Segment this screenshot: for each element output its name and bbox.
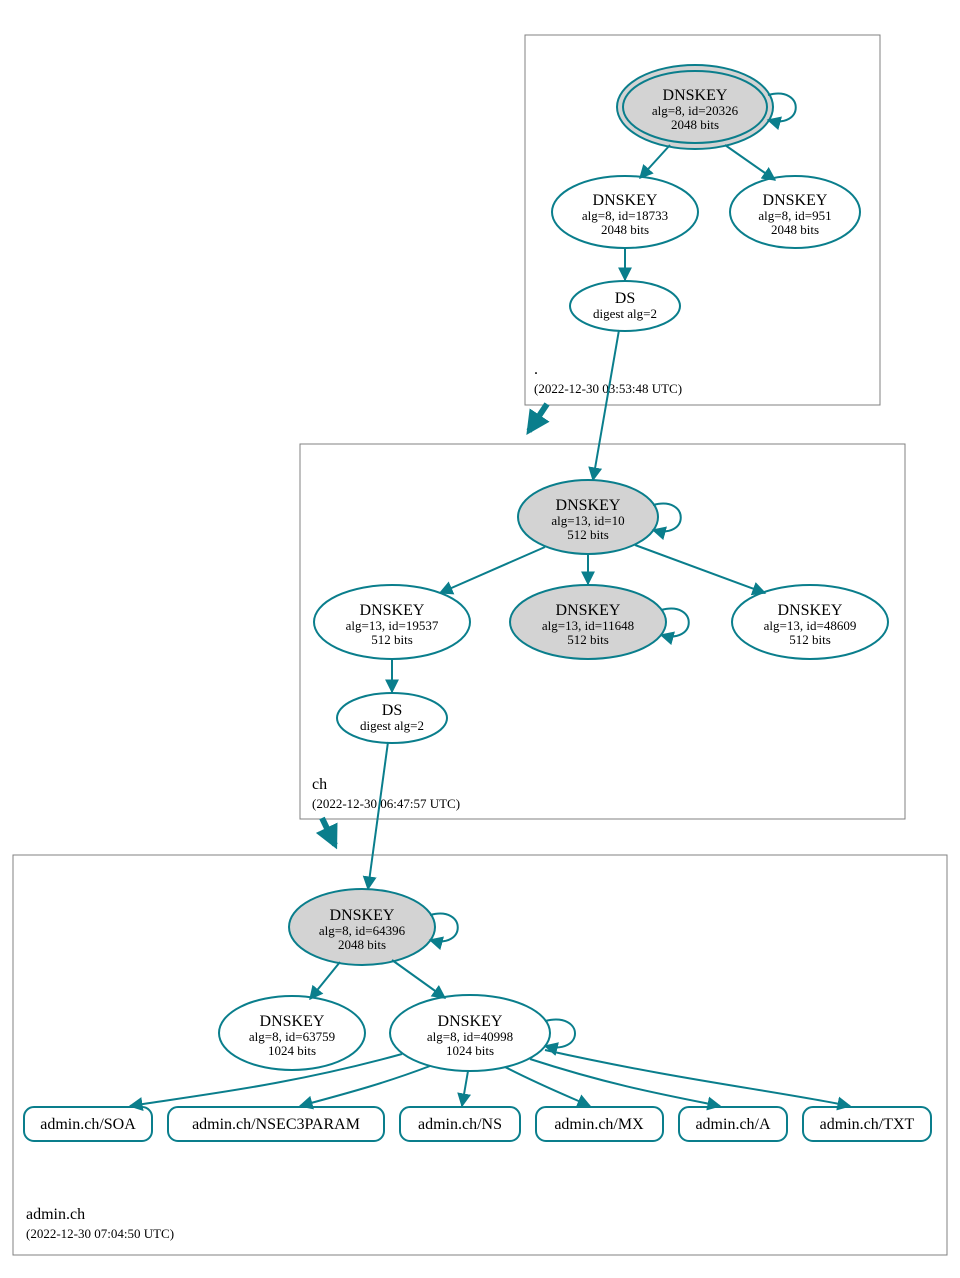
svg-text:alg=8, id=40998: alg=8, id=40998 <box>427 1029 513 1044</box>
node-admin-ksk: DNSKEY alg=8, id=64396 2048 bits <box>289 889 435 965</box>
node-root-ksk: DNSKEY alg=8, id=20326 2048 bits <box>617 65 773 149</box>
node-ch-k2: DNSKEY alg=13, id=11648 512 bits <box>510 585 666 659</box>
svg-text:admin.ch/TXT: admin.ch/TXT <box>820 1116 915 1133</box>
svg-text:2048 bits: 2048 bits <box>771 222 819 237</box>
node-root-ds: DS digest alg=2 <box>570 281 680 331</box>
edge-ch-ksk-k1 <box>440 547 545 593</box>
node-admin-k1: DNSKEY alg=8, id=63759 1024 bits <box>219 996 365 1070</box>
zone-name-ch: ch <box>312 776 327 793</box>
svg-text:2048 bits: 2048 bits <box>338 937 386 952</box>
svg-text:DNSKEY: DNSKEY <box>330 907 395 924</box>
rrset-soa: admin.ch/SOA <box>24 1107 152 1141</box>
svg-text:DNSKEY: DNSKEY <box>260 1013 325 1030</box>
rrset-txt: admin.ch/TXT <box>803 1107 931 1141</box>
svg-text:1024 bits: 1024 bits <box>268 1043 316 1058</box>
zone-time-admin: (2022-12-30 07:04:50 UTC) <box>26 1226 174 1241</box>
edge-ch-ksk-k3 <box>635 545 765 593</box>
edge-root-ksk-zsk1 <box>640 145 670 178</box>
svg-text:admin.ch/A: admin.ch/A <box>695 1116 771 1133</box>
node-ch-k1: DNSKEY alg=13, id=19537 512 bits <box>314 585 470 659</box>
zone-name-admin: admin.ch <box>26 1206 85 1223</box>
svg-text:2048 bits: 2048 bits <box>601 222 649 237</box>
node-root-zsk1: DNSKEY alg=8, id=18733 2048 bits <box>552 176 698 248</box>
edge-root-ksk-zsk2 <box>725 145 775 180</box>
svg-text:admin.ch/NSEC3PARAM: admin.ch/NSEC3PARAM <box>192 1116 360 1133</box>
svg-text:alg=13, id=10: alg=13, id=10 <box>551 513 624 528</box>
edge-admin-ksk-k1 <box>310 962 340 999</box>
rrset-a: admin.ch/A <box>679 1107 787 1141</box>
svg-text:alg=13, id=11648: alg=13, id=11648 <box>542 618 634 633</box>
edge-k2-ns <box>462 1071 468 1106</box>
edge-ch-to-admin-deleg <box>322 818 335 845</box>
node-ch-ksk: DNSKEY alg=13, id=10 512 bits <box>518 480 658 554</box>
node-ch-k3: DNSKEY alg=13, id=48609 512 bits <box>732 585 888 659</box>
svg-text:512 bits: 512 bits <box>567 632 609 647</box>
edge-k2-nsec3p <box>300 1066 430 1106</box>
svg-text:DS: DS <box>382 702 402 719</box>
svg-text:DNSKEY: DNSKEY <box>438 1013 503 1030</box>
svg-text:alg=8, id=18733: alg=8, id=18733 <box>582 208 668 223</box>
svg-text:digest alg=2: digest alg=2 <box>593 306 657 321</box>
svg-text:alg=13, id=19537: alg=13, id=19537 <box>346 618 439 633</box>
svg-text:alg=8, id=64396: alg=8, id=64396 <box>319 923 406 938</box>
svg-text:1024 bits: 1024 bits <box>446 1043 494 1058</box>
svg-text:DNSKEY: DNSKEY <box>556 602 621 619</box>
edge-root-to-ch-deleg <box>529 404 547 431</box>
edge-ch-ds-admin-ksk <box>368 742 388 889</box>
svg-text:DS: DS <box>615 290 635 307</box>
zone-name-root: . <box>534 361 538 378</box>
svg-text:DNSKEY: DNSKEY <box>778 602 843 619</box>
node-ch-ds: DS digest alg=2 <box>337 693 447 743</box>
svg-text:DNSKEY: DNSKEY <box>663 87 728 104</box>
node-root-zsk2: DNSKEY alg=8, id=951 2048 bits <box>730 176 860 248</box>
rrset-nsec3param: admin.ch/NSEC3PARAM <box>168 1107 384 1141</box>
dnssec-chain-diagram: . (2022-12-30 03:53:48 UTC) DNSKEY alg=8… <box>0 0 960 1278</box>
edge-admin-ksk-k2 <box>392 960 445 998</box>
zone-time-ch: (2022-12-30 06:47:57 UTC) <box>312 796 460 811</box>
svg-text:512 bits: 512 bits <box>789 632 831 647</box>
svg-text:admin.ch/NS: admin.ch/NS <box>418 1116 502 1133</box>
rrset-mx: admin.ch/MX <box>536 1107 663 1141</box>
svg-text:alg=13, id=48609: alg=13, id=48609 <box>764 618 857 633</box>
svg-text:alg=8, id=20326: alg=8, id=20326 <box>652 103 739 118</box>
svg-text:alg=8, id=63759: alg=8, id=63759 <box>249 1029 335 1044</box>
svg-text:alg=8, id=951: alg=8, id=951 <box>758 208 831 223</box>
svg-text:DNSKEY: DNSKEY <box>556 497 621 514</box>
svg-text:DNSKEY: DNSKEY <box>593 192 658 209</box>
rrset-ns: admin.ch/NS <box>400 1107 520 1141</box>
svg-text:2048 bits: 2048 bits <box>671 117 719 132</box>
svg-text:admin.ch/MX: admin.ch/MX <box>554 1116 644 1133</box>
svg-text:512 bits: 512 bits <box>371 632 413 647</box>
svg-text:DNSKEY: DNSKEY <box>763 192 828 209</box>
svg-text:admin.ch/SOA: admin.ch/SOA <box>40 1116 136 1133</box>
svg-text:DNSKEY: DNSKEY <box>360 602 425 619</box>
svg-text:512 bits: 512 bits <box>567 527 609 542</box>
node-admin-k2: DNSKEY alg=8, id=40998 1024 bits <box>390 995 550 1071</box>
svg-text:digest alg=2: digest alg=2 <box>360 718 424 733</box>
